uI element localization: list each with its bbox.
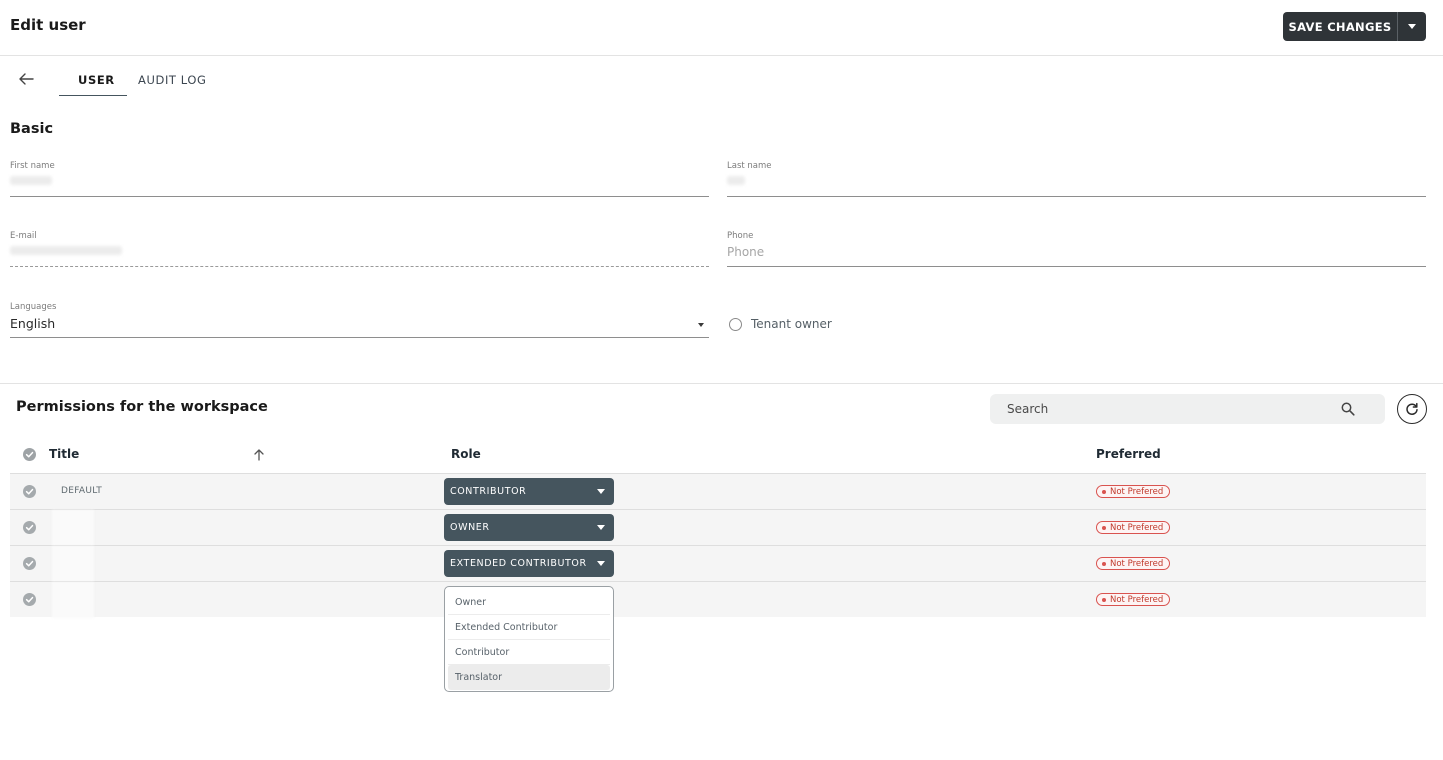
status-dot-icon [1102,561,1106,566]
status-badge-label: Not Prefered [1110,522,1164,533]
status-badge: Not Prefered [1096,557,1171,570]
search-input[interactable] [990,394,1330,424]
status-dot-icon [1102,525,1106,530]
table-row: DEFAULT CONTRIBUTOR Not Prefered [10,473,1426,509]
table-row: OWNER Not Prefered [10,509,1426,546]
row-check-icon[interactable] [23,593,36,606]
table-row: Not Prefered [10,581,1426,618]
email-field: E-mail [10,231,709,267]
refresh-icon [1406,402,1418,415]
row-check-icon[interactable] [23,521,36,534]
chevron-down-icon [698,323,704,327]
role-option-extended-contributor[interactable]: Extended Contributor [448,615,610,640]
first-name-field[interactable]: First name [10,161,709,197]
refresh-button[interactable] [1397,394,1427,424]
save-button-group: SAVE CHANGES [1283,12,1426,41]
tenant-owner-radio[interactable] [729,317,742,331]
role-select-value: EXTENDED CONTRIBUTOR [450,558,587,569]
page-title: Edit user [10,16,86,34]
tenant-owner-label: Tenant owner [751,317,832,331]
column-header-preferred: Preferred [1096,447,1161,461]
first-name-label: First name [10,161,55,171]
status-badge: Not Prefered [1096,485,1171,498]
role-select-value: CONTRIBUTOR [450,486,527,497]
status-dot-icon [1102,489,1106,494]
role-option-owner[interactable]: Owner [448,590,610,615]
phone-label: Phone [727,231,754,241]
status-badge: Not Prefered [1096,593,1171,606]
last-name-field[interactable]: Last name [727,161,1426,197]
role-select[interactable]: EXTENDED CONTRIBUTOR [444,550,614,577]
status-badge-label: Not Prefered [1110,558,1164,569]
last-name-label: Last name [727,161,772,171]
save-options-button[interactable] [1398,12,1426,41]
row-title: DEFAULT [61,486,103,496]
tenant-owner-option[interactable]: Tenant owner [729,317,832,331]
row-check-icon[interactable] [23,485,36,498]
permissions-title: Permissions for the workspace [16,399,268,415]
role-dropdown-menu: Owner Extended Contributor Contributor T… [444,586,614,692]
header-bar: Edit user SAVE CHANGES [0,0,1443,56]
basic-section-title: Basic [10,121,54,137]
role-option-contributor[interactable]: Contributor [448,640,610,665]
email-label: E-mail [10,231,37,241]
phone-field[interactable]: Phone Phone [727,231,1426,267]
chevron-down-icon [597,525,605,530]
column-header-title[interactable]: Title [49,447,79,461]
languages-value: English [10,316,56,331]
status-badge-label: Not Prefered [1110,486,1164,497]
back-arrow-icon[interactable] [17,71,35,87]
status-dot-icon [1102,597,1106,602]
select-all-check-icon[interactable] [23,448,36,461]
languages-label: Languages [10,302,57,312]
first-name-value-redacted [10,176,52,185]
search-icon[interactable] [1341,402,1355,416]
role-option-translator[interactable]: Translator [448,665,610,690]
chevron-down-icon [597,561,605,566]
row-title-redacted [52,582,94,618]
row-check-icon[interactable] [23,557,36,570]
status-badge: Not Prefered [1096,521,1171,534]
tab-user[interactable]: USER [78,73,115,87]
sort-ascending-icon[interactable] [253,448,265,461]
chevron-down-icon [597,489,605,494]
row-title-redacted [52,510,94,546]
status-badge-label: Not Prefered [1110,594,1164,605]
save-changes-button[interactable]: SAVE CHANGES [1283,12,1397,41]
section-divider [0,383,1443,384]
column-header-role: Role [451,447,481,461]
row-title-redacted [52,546,94,582]
caret-down-icon [1408,24,1416,29]
search-box [990,394,1385,424]
tab-audit-log[interactable]: AUDIT LOG [138,73,207,87]
role-select[interactable]: CONTRIBUTOR [444,478,614,505]
role-select-value: OWNER [450,522,490,533]
phone-placeholder: Phone [727,245,765,259]
last-name-value-redacted [727,176,745,185]
email-value-redacted [10,246,122,255]
edit-user-page: Edit user SAVE CHANGES USER AUDIT LOG Ba… [0,0,1443,760]
table-row: EXTENDED CONTRIBUTOR Not Prefered [10,545,1426,582]
role-select[interactable]: OWNER [444,514,614,541]
languages-select[interactable]: Languages English [10,302,709,338]
active-tab-indicator [59,95,127,96]
